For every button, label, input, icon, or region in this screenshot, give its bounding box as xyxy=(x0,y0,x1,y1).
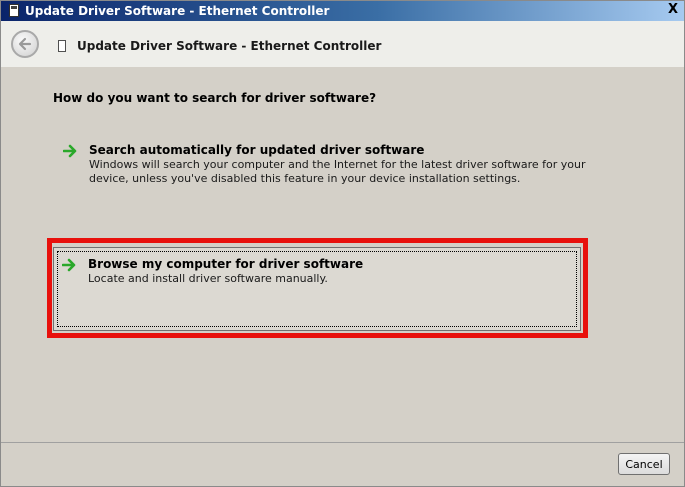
wizard-footer: Cancel xyxy=(1,443,684,486)
back-arrow-icon xyxy=(18,37,32,51)
back-button[interactable] xyxy=(11,30,39,58)
page-question: How do you want to search for driver sof… xyxy=(53,91,377,105)
wizard-header: Update Driver Software - Ethernet Contro… xyxy=(1,21,684,67)
close-button[interactable]: X xyxy=(666,2,680,18)
option-title: Search automatically for updated driver … xyxy=(89,143,425,157)
cancel-button[interactable]: Cancel xyxy=(618,453,670,475)
highlight-annotation xyxy=(47,238,588,338)
search-automatically-option[interactable]: Search automatically for updated driver … xyxy=(63,143,643,203)
option-description: Windows will search your computer and th… xyxy=(89,158,586,185)
header-title: Update Driver Software - Ethernet Contro… xyxy=(77,39,382,53)
wizard-content: How do you want to search for driver sof… xyxy=(1,67,684,442)
window-title: Update Driver Software - Ethernet Contro… xyxy=(25,4,330,18)
device-icon xyxy=(58,40,66,52)
green-arrow-icon xyxy=(63,144,77,158)
title-bar[interactable]: Update Driver Software - Ethernet Contro… xyxy=(1,1,684,21)
update-driver-dialog: Update Driver Software - Ethernet Contro… xyxy=(0,0,685,487)
device-icon xyxy=(9,4,19,17)
